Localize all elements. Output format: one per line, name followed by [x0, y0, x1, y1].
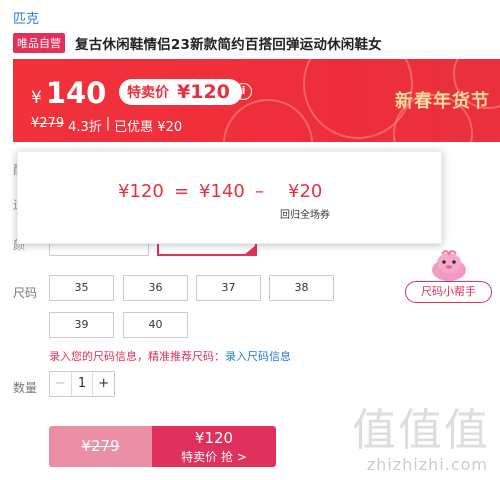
selected-check-icon: [244, 245, 256, 255]
watermark: 值值值: [352, 394, 490, 458]
quantity-increase-button[interactable]: +: [92, 372, 114, 396]
size-option-35[interactable]: 35: [49, 275, 114, 301]
buy-bar: ¥279 ¥120 特卖价 抢 >: [49, 426, 276, 467]
price-banner: ¥ 140 特卖价 ¥120 i ¥279 4.3折 | 已优惠 ¥20 新春年…: [13, 59, 500, 142]
vip-self-operated-tag: 唯品自营: [13, 33, 65, 53]
info-circle-icon[interactable]: i: [235, 83, 252, 100]
product-title: 复古休闲鞋情侣23新款简约百搭回弹运动休闲鞋女: [75, 33, 382, 53]
coupon-note: 回归全场券: [280, 206, 330, 221]
brand-link[interactable]: 匹克: [13, 8, 39, 27]
base-price: ¥140: [199, 181, 245, 202]
equals-sign: =: [174, 181, 189, 202]
price-detail: ¥279 4.3折 | 已优惠 ¥20: [31, 116, 182, 135]
size-helper-mascot-icon[interactable]: [428, 249, 470, 283]
current-price: ¥ 140: [31, 76, 106, 110]
size-option-36[interactable]: 36: [123, 275, 188, 301]
coupon-value: ¥20: [288, 181, 322, 202]
minus-sign: –: [255, 181, 264, 202]
buy-now-button[interactable]: ¥120 特卖价 抢 >: [152, 426, 276, 467]
quantity-stepper: − 1 +: [49, 371, 115, 397]
size-info-hint: 录入您的尺码信息，精准推荐尺码：录入尺码信息: [49, 348, 291, 364]
enter-size-info-link[interactable]: 录入尺码信息: [225, 350, 291, 363]
size-option-38[interactable]: 38: [269, 275, 334, 301]
size-option-40[interactable]: 40: [123, 312, 188, 338]
quantity-label: 数量: [13, 379, 37, 396]
size-option-39[interactable]: 39: [49, 312, 114, 338]
festival-label: 新春年货节: [395, 87, 490, 113]
title-row: 唯品自营 复古休闲鞋情侣23新款简约百搭回弹运动休闲鞋女: [13, 33, 382, 53]
quantity-decrease-button[interactable]: −: [50, 372, 72, 396]
size-helper-button[interactable]: 尺码小帮手: [405, 281, 492, 303]
original-price-button[interactable]: ¥279: [49, 426, 152, 467]
quantity-value[interactable]: 1: [72, 372, 93, 396]
size-option-37[interactable]: 37: [196, 275, 261, 301]
special-price-badge: 特卖价 ¥120: [119, 79, 242, 105]
watermark-url: zhizhizhi.com: [367, 455, 488, 474]
final-price: ¥120: [118, 181, 164, 202]
size-label: 尺码: [13, 284, 37, 301]
price-breakdown-popover: ¥120 = ¥140 – ¥20 回归全场券: [17, 151, 442, 244]
